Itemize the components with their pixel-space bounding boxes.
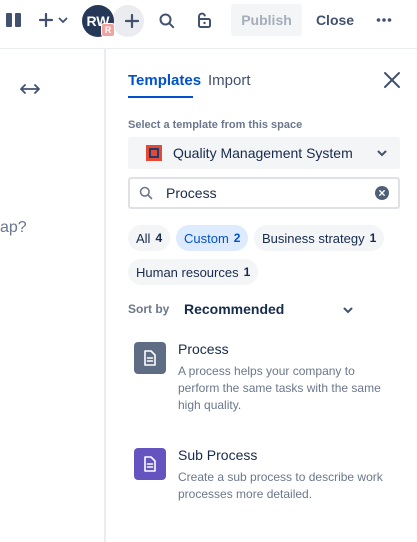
close-icon xyxy=(384,72,400,88)
tab-templates[interactable]: Templates xyxy=(128,72,201,89)
search-button[interactable] xyxy=(156,10,178,32)
avatar-badge: R xyxy=(101,23,115,37)
chip-count: 1 xyxy=(243,265,251,279)
close-icon xyxy=(379,190,385,196)
sort-select[interactable]: Recommended xyxy=(176,296,362,324)
unlock-icon xyxy=(198,12,211,28)
plus-icon xyxy=(124,13,140,29)
toolbar-divider xyxy=(0,48,417,49)
template-title: Sub Process xyxy=(178,447,258,463)
chip-label: Business strategy xyxy=(262,230,365,246)
chevron-down-icon xyxy=(58,17,67,24)
template-item-process[interactable]: Process A process helps your company to … xyxy=(128,338,398,428)
search-icon xyxy=(139,186,153,200)
template-item-sub-process[interactable]: Sub Process Create a sub process to desc… xyxy=(128,444,398,514)
plus-icon xyxy=(38,12,53,28)
restrictions-button[interactable] xyxy=(193,9,215,31)
filter-chip-custom[interactable]: Custom 2 xyxy=(176,225,249,251)
filter-chip-human-resources[interactable]: Human resources 1 xyxy=(128,259,259,285)
sidebar-toggle-button[interactable] xyxy=(4,10,24,30)
tab-import[interactable]: Import xyxy=(208,72,251,89)
close-panel-button[interactable] xyxy=(382,70,402,90)
more-icon xyxy=(376,18,392,22)
chevron-down-icon xyxy=(343,307,353,314)
more-actions-button[interactable] xyxy=(370,8,398,32)
publish-button[interactable]: Publish xyxy=(231,4,302,36)
close-button[interactable]: Close xyxy=(309,4,361,36)
chip-count: 1 xyxy=(369,231,377,245)
create-menu-button[interactable] xyxy=(36,8,70,32)
expand-width-button[interactable] xyxy=(18,80,42,98)
invite-button[interactable] xyxy=(112,5,144,37)
chip-count: 4 xyxy=(155,231,163,245)
page-icon xyxy=(134,448,166,480)
space-select[interactable]: Quality Management System xyxy=(128,137,400,169)
template-description: Create a sub process to describe work pr… xyxy=(178,470,383,501)
space-select-label: Select a template from this space xyxy=(128,119,303,131)
chip-label: All xyxy=(136,230,151,246)
template-description: A process helps your company to perform … xyxy=(178,364,381,412)
filter-chip-all[interactable]: All 4 xyxy=(128,225,171,251)
panel-divider xyxy=(104,48,106,542)
expand-width-icon xyxy=(20,84,40,94)
chip-label: Human resources xyxy=(136,264,239,280)
chevron-down-icon xyxy=(377,150,387,157)
chip-count: 2 xyxy=(233,231,241,245)
filter-chip-business-strategy[interactable]: Business strategy 1 xyxy=(254,225,385,251)
search-input[interactable] xyxy=(166,184,366,202)
sort-label: Sort by xyxy=(128,302,170,316)
template-search xyxy=(128,177,400,209)
template-title: Process xyxy=(178,341,229,357)
top-toolbar: RW R Publish Close xyxy=(0,0,417,40)
editor-text-fragment: ap? xyxy=(0,219,27,236)
clear-search-button[interactable] xyxy=(375,186,389,200)
space-name: Quality Management System xyxy=(173,145,353,161)
active-tab-indicator xyxy=(128,96,193,98)
space-logo-icon xyxy=(146,145,162,161)
page-icon xyxy=(134,342,166,374)
sort-value: Recommended xyxy=(184,301,285,317)
chip-label: Custom xyxy=(184,230,229,246)
search-icon xyxy=(159,13,175,29)
